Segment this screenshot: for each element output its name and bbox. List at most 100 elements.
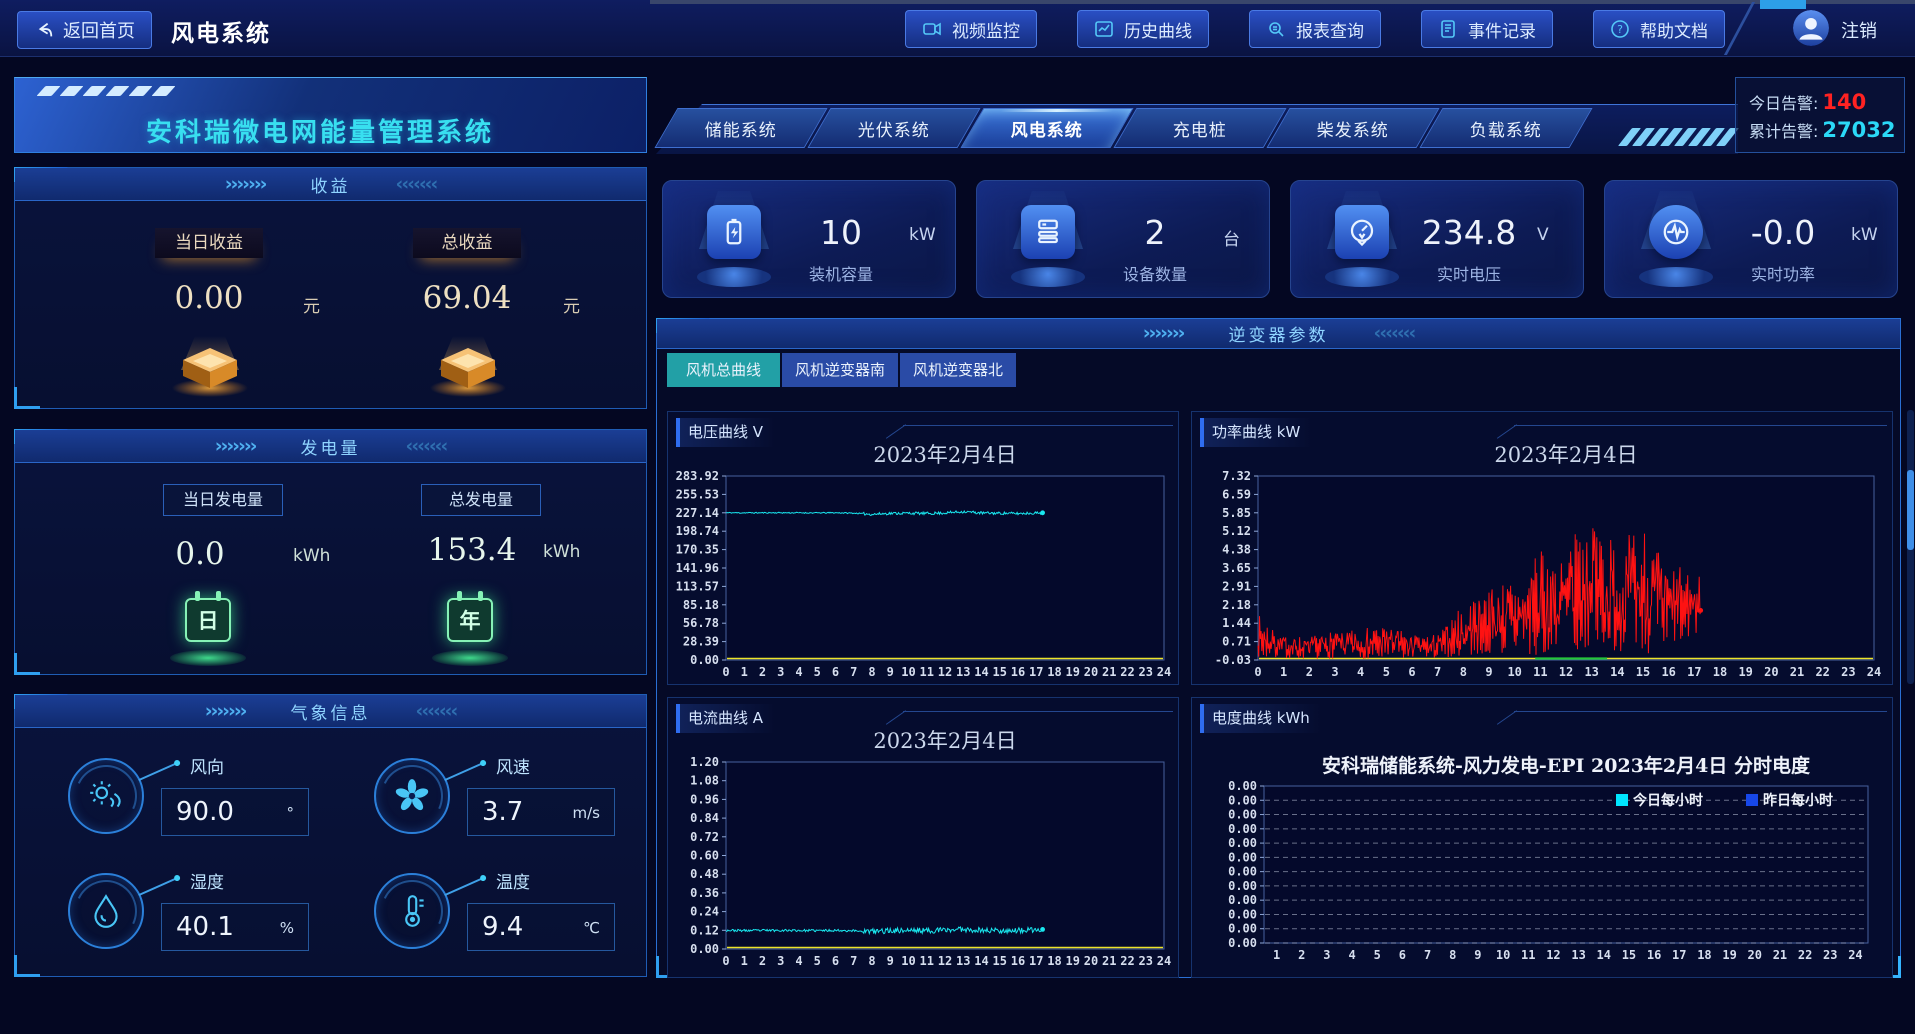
svg-text:21: 21 xyxy=(1773,948,1787,962)
pedestal-decor xyxy=(1011,267,1085,287)
svg-text:7.32: 7.32 xyxy=(1222,469,1251,483)
svg-text:4: 4 xyxy=(795,665,802,679)
tab-wind-system[interactable]: 风电系统 xyxy=(960,108,1133,148)
svg-text:0.00: 0.00 xyxy=(1228,865,1257,879)
total-revenue-unit: 元 xyxy=(563,292,580,317)
top-bar: 返回首页 风电系统 视频监控 历史曲线 报表查询 事件记录 ? 帮助文档 注销 xyxy=(0,0,1915,57)
current-chart[interactable]: 2023年2月4日1.201.080.960.840.720.600.480.3… xyxy=(668,698,1178,977)
svg-text:21: 21 xyxy=(1102,954,1116,968)
svg-text:255.53: 255.53 xyxy=(676,487,719,501)
energy-chart[interactable]: 安科瑞储能系统-风力发电-EPI 2023年2月4日 分时电度0.000.000… xyxy=(1192,698,1892,977)
svg-text:今日每小时: 今日每小时 xyxy=(1632,792,1703,809)
header-slashes-decor xyxy=(1625,128,1732,146)
wind-speed-label: 风速 xyxy=(496,753,530,778)
svg-text:0.00: 0.00 xyxy=(1228,779,1257,793)
svg-text:5: 5 xyxy=(1383,665,1390,679)
subtab-total-curve[interactable]: 风机总曲线 xyxy=(667,353,780,387)
device-icon xyxy=(1021,205,1075,259)
svg-text:10: 10 xyxy=(901,665,915,679)
tab-diesel-system[interactable]: 柴发系统 xyxy=(1266,108,1439,148)
svg-text:12: 12 xyxy=(1559,665,1573,679)
voltage-chart[interactable]: 2023年2月4日283.92255.53227.14198.74170.351… xyxy=(668,412,1178,684)
capacity-value: 10 xyxy=(781,213,901,252)
temperature-value: 9.4 xyxy=(482,912,523,942)
svg-text:0.36: 0.36 xyxy=(690,886,719,900)
temperature-unit: ℃ xyxy=(583,919,600,937)
tab-storage-system[interactable]: 储能系统 xyxy=(654,108,827,148)
svg-text:22: 22 xyxy=(1798,948,1812,962)
chevrons-right-icon: ››››››› xyxy=(205,702,246,721)
inverter-section: ››››››› 逆变器参数 ‹‹‹‹‹‹‹ 风机总曲线 风机逆变器南 风机逆变器… xyxy=(656,318,1901,978)
avatar[interactable] xyxy=(1793,10,1829,46)
svg-text:23: 23 xyxy=(1139,954,1153,968)
tab-charging-label: 充电桩 xyxy=(1173,116,1227,141)
svg-text:19: 19 xyxy=(1066,954,1080,968)
power-wave-icon xyxy=(1649,205,1703,259)
svg-text:0.00: 0.00 xyxy=(1228,893,1257,907)
svg-text:12: 12 xyxy=(938,665,952,679)
svg-text:7: 7 xyxy=(850,954,857,968)
svg-text:2: 2 xyxy=(1306,665,1313,679)
svg-text:0: 0 xyxy=(722,954,729,968)
svg-text:22: 22 xyxy=(1120,665,1134,679)
devices-label: 设备数量 xyxy=(1095,261,1215,285)
svg-text:113.57: 113.57 xyxy=(676,579,719,593)
wind-direction-label: 风向 xyxy=(190,753,224,778)
generation-panel-title: 发电量 xyxy=(301,434,361,459)
corner-decor xyxy=(14,653,40,675)
svg-text:0.00: 0.00 xyxy=(1228,808,1257,822)
svg-text:?: ? xyxy=(1617,23,1623,36)
svg-text:2.18: 2.18 xyxy=(1222,598,1251,612)
generation-panel: ››››››› 发电量 ‹‹‹‹‹‹‹ 当日发电量 总发电量 0.0 kWh 1… xyxy=(14,429,647,675)
chevrons-left-icon: ‹‹‹‹‹‹‹ xyxy=(406,437,447,456)
calendar-day-char: 日 xyxy=(198,605,219,635)
power-chart[interactable]: 2023年2月4日7.326.595.855.124.383.652.912.1… xyxy=(1192,412,1892,684)
temperature-icon xyxy=(374,873,450,949)
weather-panel-title: 气象信息 xyxy=(291,699,371,724)
svg-text:0.60: 0.60 xyxy=(690,849,719,863)
tab-pv-system[interactable]: 光伏系统 xyxy=(807,108,980,148)
svg-text:4: 4 xyxy=(1348,948,1355,962)
chevrons-left-icon: ‹‹‹‹‹‹‹ xyxy=(396,175,437,194)
svg-text:9: 9 xyxy=(887,665,894,679)
nav-video-label: 视频监控 xyxy=(952,17,1020,42)
svg-text:0.00: 0.00 xyxy=(1228,936,1257,950)
svg-text:16: 16 xyxy=(1011,665,1025,679)
svg-text:11: 11 xyxy=(920,665,934,679)
svg-text:10: 10 xyxy=(1496,948,1510,962)
humidity-label: 湿度 xyxy=(190,868,224,893)
svg-text:0.00: 0.00 xyxy=(690,653,719,667)
nav-report-button[interactable]: 报表查询 xyxy=(1249,10,1381,48)
wind-direction-icon xyxy=(68,758,144,834)
nav-history-button[interactable]: 历史曲线 xyxy=(1077,10,1209,48)
svg-text:11: 11 xyxy=(1533,665,1547,679)
scrollbar-thumb[interactable] xyxy=(1907,470,1914,550)
tab-charging-pile[interactable]: 充电桩 xyxy=(1113,108,1286,148)
svg-text:6: 6 xyxy=(1399,948,1406,962)
logout-button[interactable]: 注销 xyxy=(1841,17,1877,43)
svg-text:0.00: 0.00 xyxy=(1228,922,1257,936)
svg-text:23: 23 xyxy=(1841,665,1855,679)
subtab-inverter-north[interactable]: 风机逆变器北 xyxy=(900,353,1016,387)
daily-generation-unit: kWh xyxy=(293,546,330,566)
stat-card-power: -0.0 kW 实时功率 xyxy=(1604,180,1898,298)
nav-help-button[interactable]: ? 帮助文档 xyxy=(1593,10,1725,48)
total-generation-label: 总发电量 xyxy=(421,484,541,516)
report-search-icon xyxy=(1266,19,1286,39)
svg-text:14: 14 xyxy=(1597,948,1611,962)
pedestal-decor xyxy=(1325,267,1399,287)
tab-pv-label: 光伏系统 xyxy=(858,116,930,141)
nav-events-button[interactable]: 事件记录 xyxy=(1421,10,1553,48)
humidity-value: 40.1 xyxy=(176,912,234,942)
tab-load-system[interactable]: 负载系统 xyxy=(1419,108,1592,148)
svg-text:13: 13 xyxy=(1571,948,1585,962)
daily-calendar-icon: 日 xyxy=(165,590,251,666)
svg-text:13: 13 xyxy=(956,665,970,679)
svg-text:0.96: 0.96 xyxy=(690,792,719,806)
subtab-inverter-south[interactable]: 风机逆变器南 xyxy=(782,353,898,387)
svg-text:1.44: 1.44 xyxy=(1222,616,1251,630)
svg-text:24: 24 xyxy=(1157,665,1171,679)
nav-video-button[interactable]: 视频监控 xyxy=(905,10,1037,48)
total-revenue-value: 69.04 xyxy=(407,280,527,316)
back-home-button[interactable]: 返回首页 xyxy=(17,11,152,49)
